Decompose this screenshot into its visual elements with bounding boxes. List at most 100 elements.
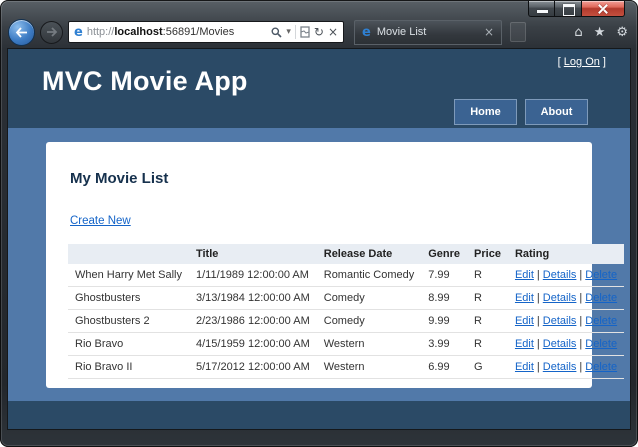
action-separator: | [579, 361, 583, 373]
header-row: Title Release Date Genre Price Rating [68, 244, 625, 264]
table-row: Rio Bravo 4/15/1959 12:00:00 AM Western … [68, 332, 625, 356]
rating-cell: R [467, 332, 508, 356]
logon-close-bracket: ] [599, 56, 606, 68]
delete-link[interactable]: Delete [585, 338, 617, 350]
edit-link[interactable]: Edit [515, 292, 534, 304]
action-separator: | [536, 361, 540, 373]
caption-buttons [528, 1, 625, 17]
nav-home-button[interactable]: Home [454, 99, 517, 125]
actions-cell: Edit | Details | Delete [507, 309, 625, 333]
action-separator: | [536, 338, 540, 350]
new-tab-button[interactable] [510, 22, 526, 42]
site-menu: Home About [454, 99, 588, 125]
site-footer [8, 401, 630, 429]
date-cell: 2/23/1986 12:00:00 AM [188, 309, 317, 333]
details-link[interactable]: Details [543, 338, 577, 350]
maximize-button[interactable] [555, 1, 582, 17]
action-separator: | [536, 292, 540, 304]
header-genre: Genre [421, 244, 468, 264]
close-button[interactable] [582, 1, 625, 17]
logon-link[interactable]: Log On [564, 56, 600, 68]
browser-window: e http://localhost:56891/Movies ▾ ↻ × e [0, 0, 638, 447]
address-bar-controls: ▾ ↻ × [271, 25, 338, 39]
price-cell: 3.99 [421, 332, 468, 356]
compatibility-view-icon[interactable] [300, 26, 310, 38]
forward-button[interactable] [40, 20, 63, 44]
date-cell: 1/11/1989 12:00:00 AM [188, 264, 317, 287]
movie-name-cell: Ghostbusters [68, 286, 189, 310]
minimize-button[interactable] [528, 1, 555, 17]
movie-name-cell: When Harry Met Sally [68, 264, 189, 287]
header-empty [68, 244, 189, 264]
details-link[interactable]: Details [543, 361, 577, 373]
back-arrow-icon [15, 26, 27, 38]
tools-gear-icon[interactable]: ⚙ [616, 26, 628, 39]
table-row: Ghostbusters 3/13/1984 12:00:00 AM Comed… [68, 286, 625, 310]
price-cell: 9.99 [421, 309, 468, 333]
header-price: Price [467, 244, 508, 264]
refresh-icon[interactable]: ↻ [314, 26, 324, 38]
actions-cell: Edit | Details | Delete [507, 264, 625, 287]
delete-link[interactable]: Delete [585, 361, 617, 373]
header-title: Title [188, 244, 317, 264]
forward-arrow-icon [46, 27, 57, 37]
price-cell: 7.99 [421, 264, 468, 287]
actions-cell: Edit | Details | Delete [507, 355, 625, 379]
page-heading: My Movie List [70, 170, 169, 187]
details-link[interactable]: Details [543, 292, 577, 304]
edit-link[interactable]: Edit [515, 338, 534, 350]
rating-cell: R [467, 286, 508, 310]
content-box: My Movie List Create New Title Release D… [46, 142, 625, 388]
genre-cell: Comedy [316, 309, 422, 333]
header-rating: Rating [507, 244, 625, 264]
main-area: My Movie List Create New Title Release D… [8, 128, 630, 401]
page-viewport: [ Log On ] MVC Movie App Home About My M… [7, 48, 631, 430]
navigation-bar: e http://localhost:56891/Movies ▾ ↻ × e [8, 17, 628, 47]
tab-movie-list[interactable]: e Movie List × [354, 19, 502, 45]
genre-cell: Western [316, 355, 422, 379]
url-text: http://localhost:56891/Movies [86, 26, 235, 38]
edit-link[interactable]: Edit [515, 315, 534, 327]
price-cell: 8.99 [421, 286, 468, 310]
actions-cell: Edit | Details | Delete [507, 332, 625, 356]
movie-name-cell: Ghostbusters 2 [68, 309, 189, 333]
genre-cell: Western [316, 332, 422, 356]
date-cell: 4/15/1959 12:00:00 AM [188, 332, 317, 356]
movie-name-cell: Rio Bravo [68, 332, 189, 356]
home-icon[interactable]: ⌂ [574, 26, 582, 39]
tab-close-icon[interactable]: × [484, 25, 494, 39]
delete-link[interactable]: Delete [585, 269, 617, 281]
nav-about-button[interactable]: About [525, 99, 588, 125]
details-link[interactable]: Details [543, 269, 577, 281]
delete-link[interactable]: Delete [585, 315, 617, 327]
divider [294, 25, 296, 39]
action-separator: | [536, 315, 540, 327]
address-bar[interactable]: e http://localhost:56891/Movies ▾ ↻ × [68, 21, 344, 43]
action-separator: | [579, 315, 583, 327]
details-link[interactable]: Details [543, 315, 577, 327]
table-row: Rio Bravo II 5/17/2012 12:00:00 AM Weste… [68, 355, 625, 379]
search-dropdown-icon[interactable]: ▾ [286, 27, 291, 37]
table-row: When Harry Met Sally 1/11/1989 12:00:00 … [68, 264, 625, 287]
action-separator: | [579, 292, 583, 304]
movie-name-cell: Rio Bravo II [68, 355, 189, 379]
stop-icon[interactable]: × [328, 26, 338, 38]
back-button[interactable] [8, 18, 35, 46]
genre-cell: Comedy [316, 286, 422, 310]
favorites-star-icon[interactable]: ★ [594, 26, 606, 39]
delete-link[interactable]: Delete [585, 292, 617, 304]
rating-cell: G [467, 355, 508, 379]
action-separator: | [579, 269, 583, 281]
price-cell: 6.99 [421, 355, 468, 379]
site-header: [ Log On ] MVC Movie App Home About [8, 49, 630, 128]
tab-favicon-icon: e [362, 24, 371, 40]
edit-link[interactable]: Edit [515, 361, 534, 373]
edit-link[interactable]: Edit [515, 269, 534, 281]
search-icon[interactable] [271, 27, 282, 38]
create-new-link[interactable]: Create New [70, 215, 131, 227]
ie-favicon-icon: e [74, 24, 83, 40]
rating-cell: R [467, 264, 508, 287]
genre-cell: Romantic Comedy [316, 264, 422, 287]
action-separator: | [579, 338, 583, 350]
app-title: MVC Movie App [42, 66, 248, 96]
